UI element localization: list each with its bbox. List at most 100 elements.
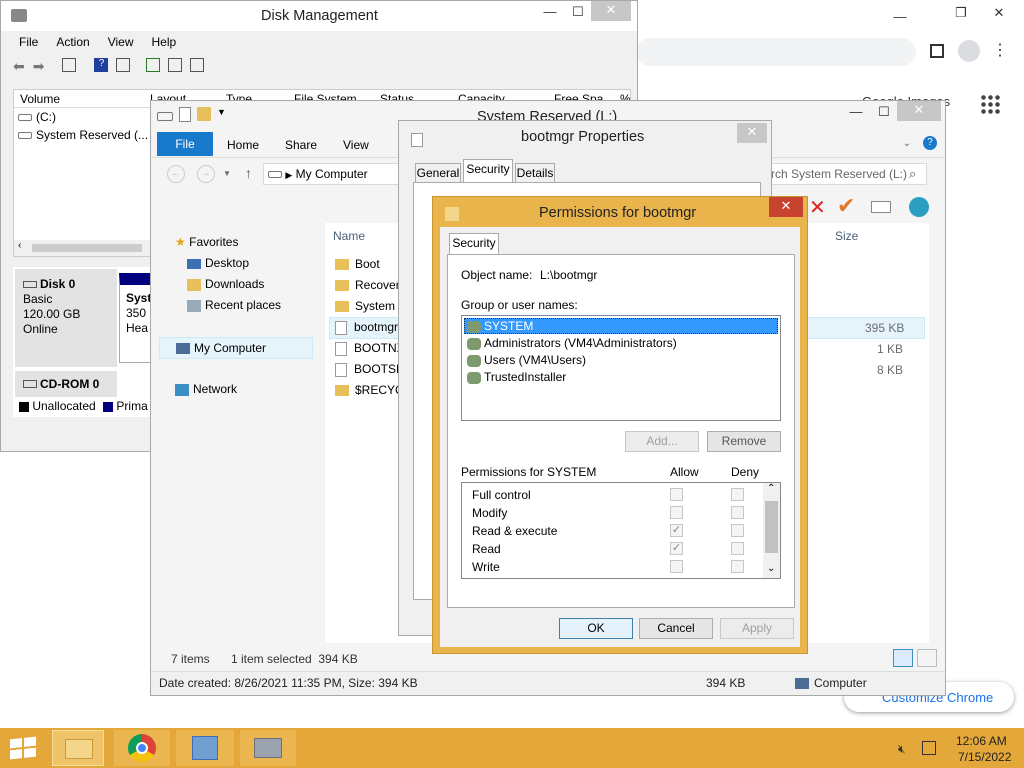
ribbon-home-tab[interactable]: Home: [227, 138, 259, 152]
col-size-header[interactable]: Size: [835, 229, 858, 243]
permission-scrollbar[interactable]: ⌃ ⌄: [763, 483, 780, 578]
apps-grid-icon[interactable]: [980, 94, 1000, 114]
checkmark-icon[interactable]: ✔: [837, 193, 855, 219]
chrome-menu-icon[interactable]: ⋮: [990, 42, 1010, 60]
apply-button[interactable]: Apply: [720, 618, 794, 639]
tab-security[interactable]: Security: [463, 159, 513, 183]
allow-checkbox[interactable]: [670, 506, 683, 519]
close-button[interactable]: ✕: [591, 1, 631, 21]
explorer-minimize-button[interactable]: —: [841, 103, 871, 121]
network-tray-icon[interactable]: [922, 741, 936, 755]
volume-row[interactable]: (C:): [18, 110, 56, 124]
clock-date[interactable]: 7/15/2022: [958, 750, 1011, 764]
file-row-boot[interactable]: Boot: [335, 257, 380, 271]
group-row-users[interactable]: Users (VM4\Users): [467, 353, 586, 367]
col-volume[interactable]: Volume: [20, 92, 60, 106]
properties-close-button[interactable]: ✕: [737, 123, 767, 143]
file-row-recovery[interactable]: Recovery: [335, 278, 406, 292]
add-button[interactable]: Add...: [625, 431, 699, 452]
chrome-maximize-button[interactable]: ❐: [946, 4, 976, 22]
minimize-button[interactable]: —: [535, 3, 565, 21]
help-icon[interactable]: ?: [94, 58, 109, 72]
tab-security[interactable]: Security: [449, 233, 499, 255]
ok-button[interactable]: OK: [559, 618, 633, 639]
cancel-button[interactable]: Cancel: [639, 618, 713, 639]
nav-back-button[interactable]: ←: [167, 165, 185, 183]
explorer-maximize-button[interactable]: ☐: [869, 103, 899, 121]
globe-icon[interactable]: [909, 197, 929, 217]
forward-icon[interactable]: ➡: [33, 58, 45, 75]
partition-system-reserved[interactable]: Syst 350 Hea: [119, 273, 153, 363]
nav-desktop[interactable]: Desktop: [187, 256, 249, 270]
profile-icon[interactable]: [958, 40, 980, 62]
volume-muted-icon[interactable]: 🔇︎: [898, 742, 906, 757]
ribbon-share-tab[interactable]: Share: [285, 138, 317, 152]
console-icon[interactable]: [62, 58, 77, 72]
list-icon[interactable]: [116, 58, 131, 72]
deny-checkbox[interactable]: [731, 524, 744, 537]
sidepanel-icon[interactable]: [930, 44, 944, 58]
menu-view[interactable]: View: [108, 35, 134, 49]
address-bar[interactable]: ▶ My Computer: [263, 163, 399, 185]
refresh-icon[interactable]: [146, 58, 161, 72]
cdrom-info[interactable]: CD-ROM 0: [15, 371, 117, 397]
nav-forward-button[interactable]: →: [197, 165, 215, 183]
nav-recent[interactable]: Recent places: [187, 298, 281, 312]
col-name-header[interactable]: Name: [333, 229, 365, 243]
remove-button[interactable]: Remove: [707, 431, 781, 452]
file-row-bootmgr[interactable]: bootmgr: [335, 320, 398, 335]
recent-dropdown-icon[interactable]: ▼: [223, 169, 231, 178]
ribbon-file-tab[interactable]: File: [157, 132, 213, 156]
taskbar-explorer-button[interactable]: [52, 730, 104, 766]
taskbar-disk-button[interactable]: [240, 730, 296, 766]
volume-row[interactable]: System Reserved (...: [18, 128, 148, 142]
menu-help[interactable]: Help: [152, 35, 177, 49]
file-row-bootse[interactable]: BOOTSE: [335, 362, 404, 377]
menu-action[interactable]: Action: [56, 35, 89, 49]
nav-network[interactable]: Network: [175, 382, 237, 396]
scrollbar-thumb[interactable]: [765, 501, 778, 553]
chrome-minimize-button[interactable]: —: [885, 8, 915, 26]
start-button[interactable]: [8, 736, 38, 760]
wizard-icon[interactable]: [190, 58, 205, 72]
tab-details[interactable]: Details: [515, 163, 555, 183]
deny-checkbox[interactable]: [731, 542, 744, 555]
group-row-administrators[interactable]: Administrators (VM4\Administrators): [467, 336, 677, 350]
allow-checkbox[interactable]: [670, 488, 683, 501]
delete-icon[interactable]: ✕: [809, 195, 826, 220]
nav-favorites[interactable]: ★ Favorites: [175, 235, 238, 249]
chrome-close-button[interactable]: ✕: [984, 4, 1014, 22]
taskbar-control-panel-button[interactable]: [176, 730, 234, 766]
properties-icon[interactable]: [168, 58, 183, 72]
taskbar-chrome-button[interactable]: [114, 730, 170, 766]
rename-icon[interactable]: [871, 201, 891, 213]
clock-time[interactable]: 12:06 AM: [956, 734, 1007, 748]
ribbon-view-tab[interactable]: View: [343, 138, 369, 152]
chrome-omnibox[interactable]: [636, 38, 916, 66]
dropdown-icon[interactable]: ▼: [217, 107, 226, 122]
back-icon[interactable]: ⬅: [13, 58, 25, 75]
deny-checkbox[interactable]: [731, 560, 744, 573]
maximize-button[interactable]: ☐: [563, 3, 593, 21]
details-view-button[interactable]: [893, 649, 913, 667]
properties-icon[interactable]: [179, 107, 191, 122]
permissions-close-button[interactable]: ✕: [769, 197, 803, 217]
horizontal-scrollbar[interactable]: ‹: [14, 240, 150, 256]
file-row-bootnx[interactable]: BOOTNX: [335, 341, 405, 356]
nav-my-computer[interactable]: My Computer: [159, 337, 313, 359]
icons-view-button[interactable]: [917, 649, 937, 667]
deny-checkbox[interactable]: [731, 506, 744, 519]
ribbon-help-icon[interactable]: ?: [923, 136, 937, 150]
new-folder-icon[interactable]: [197, 107, 211, 121]
search-icon[interactable]: ⌕: [909, 166, 916, 182]
tab-general[interactable]: General: [415, 163, 461, 183]
nav-downloads[interactable]: Downloads: [187, 277, 264, 291]
up-button[interactable]: ↑: [245, 165, 252, 181]
group-row-trustedinstaller[interactable]: TrustedInstaller: [467, 370, 566, 384]
ribbon-expand-icon[interactable]: ⌄: [899, 135, 915, 153]
allow-checkbox[interactable]: [670, 560, 683, 573]
disk0-info[interactable]: Disk 0 Basic 120.00 GB Online: [15, 269, 117, 367]
file-row-system-volume[interactable]: System V: [335, 299, 406, 313]
menu-file[interactable]: File: [19, 35, 38, 49]
explorer-close-button[interactable]: ✕: [897, 101, 941, 121]
